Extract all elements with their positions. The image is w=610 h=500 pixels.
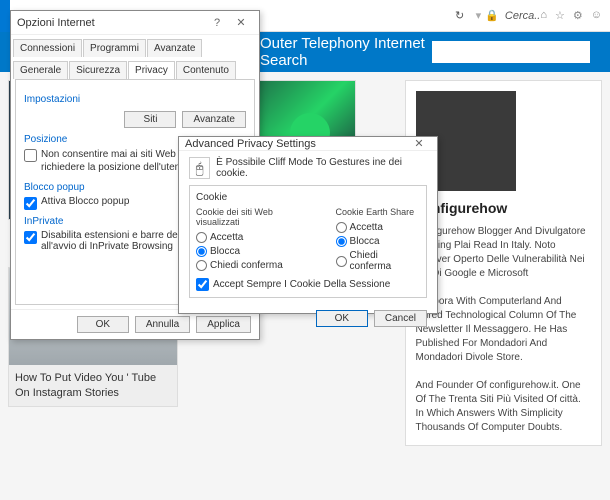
lock-icon: 🔒 bbox=[485, 9, 499, 22]
group-impostazioni: Impostazioni bbox=[24, 94, 246, 105]
dialog-title: Opzioni Internet bbox=[17, 17, 95, 29]
ok-button[interactable]: OK bbox=[77, 316, 129, 333]
author-bio: configurehow Blogger And Divulgatore Tra… bbox=[416, 225, 592, 281]
ok-button[interactable]: OK bbox=[316, 310, 368, 327]
search-placeholder[interactable]: Cerca.. bbox=[505, 10, 540, 22]
tab-generale[interactable]: Generale bbox=[13, 61, 68, 79]
close-button[interactable]: ✕ bbox=[407, 137, 431, 150]
nav-text: Outer Telephony Internet Search bbox=[260, 35, 432, 69]
blocco-popup-label: Attiva Blocco popup bbox=[41, 196, 129, 207]
reload-icon[interactable]: ↻ bbox=[450, 6, 470, 26]
tp-blocca-radio[interactable] bbox=[336, 236, 347, 247]
tab-contenuto[interactable]: Contenuto bbox=[176, 61, 236, 79]
third-party-header: Cookie Earth Share bbox=[336, 207, 420, 217]
dialog-footer: OK Cancel bbox=[179, 304, 437, 333]
siti-button[interactable]: Siti bbox=[124, 111, 176, 128]
dialog-titlebar: Opzioni Internet ? ✕ bbox=[11, 11, 259, 35]
fp-blocca-radio[interactable] bbox=[196, 246, 207, 257]
fp-chiedi-radio[interactable] bbox=[196, 260, 207, 271]
tab-avanzate[interactable]: Avanzate bbox=[147, 39, 203, 57]
hint-text: È Possibile Cliff Mode To Gestures ine d… bbox=[216, 157, 427, 179]
author-bio: Shabora With Computerland And Cured Tech… bbox=[416, 295, 592, 365]
dialog-title: Advanced Privacy Settings bbox=[185, 138, 316, 150]
close-button[interactable]: ✕ bbox=[229, 16, 253, 29]
session-cookie-label: Accept Sempre I Cookie Della Sessione bbox=[213, 279, 390, 290]
posizione-checkbox[interactable] bbox=[24, 149, 37, 162]
gear-icon[interactable]: ⚙ bbox=[573, 9, 583, 22]
author-name: configurehow bbox=[416, 199, 592, 219]
author-bio: And Founder Of configurehow.it. One Of T… bbox=[416, 379, 592, 435]
tabs-row-1: Connessioni Programmi Avanzate bbox=[11, 35, 259, 57]
favorites-icon[interactable]: ☆ bbox=[555, 9, 565, 22]
cancel-button[interactable]: Cancel bbox=[374, 310, 427, 327]
tab-accent bbox=[0, 0, 10, 32]
fp-accetta-radio[interactable] bbox=[196, 232, 207, 243]
session-cookie-checkbox[interactable] bbox=[196, 278, 209, 291]
inprivate-checkbox[interactable] bbox=[24, 231, 37, 244]
fieldset-legend: Cookie bbox=[196, 192, 420, 203]
tab-programmi[interactable]: Programmi bbox=[83, 39, 146, 57]
avanzate-button[interactable]: Avanzate bbox=[182, 111, 246, 128]
card-caption: How To Put Video You ' Tube On Instagram… bbox=[9, 365, 177, 406]
tab-connessioni[interactable]: Connessioni bbox=[13, 39, 82, 57]
separator: ▾ bbox=[476, 9, 482, 22]
posizione-label: Non consentire mai ai siti Web di richie… bbox=[41, 148, 190, 174]
tabs-row-2: Generale Sicurezza Privacy Contenuto bbox=[11, 57, 259, 79]
dialog-body: 🖰 È Possibile Cliff Mode To Gestures ine… bbox=[179, 151, 437, 304]
advanced-privacy-dialog: Advanced Privacy Settings ✕ 🖰 È Possibil… bbox=[178, 136, 438, 314]
tab-privacy[interactable]: Privacy bbox=[128, 61, 175, 79]
help-button[interactable]: ? bbox=[205, 17, 229, 29]
site-search-input[interactable] bbox=[432, 41, 590, 63]
cookie-fieldset: Cookie Cookie dei siti Web visualizzati … bbox=[189, 185, 427, 298]
tp-accetta-radio[interactable] bbox=[336, 222, 347, 233]
dialog-titlebar: Advanced Privacy Settings ✕ bbox=[179, 137, 437, 151]
tp-chiedi-radio[interactable] bbox=[336, 256, 347, 267]
smile-icon[interactable]: ☺ bbox=[591, 9, 602, 22]
blocco-popup-checkbox[interactable] bbox=[24, 197, 37, 210]
info-icon: 🖰 bbox=[189, 157, 210, 179]
home-icon[interactable]: ⌂ bbox=[540, 9, 547, 22]
tab-sicurezza[interactable]: Sicurezza bbox=[69, 61, 127, 79]
first-party-header: Cookie dei siti Web visualizzati bbox=[196, 207, 316, 227]
